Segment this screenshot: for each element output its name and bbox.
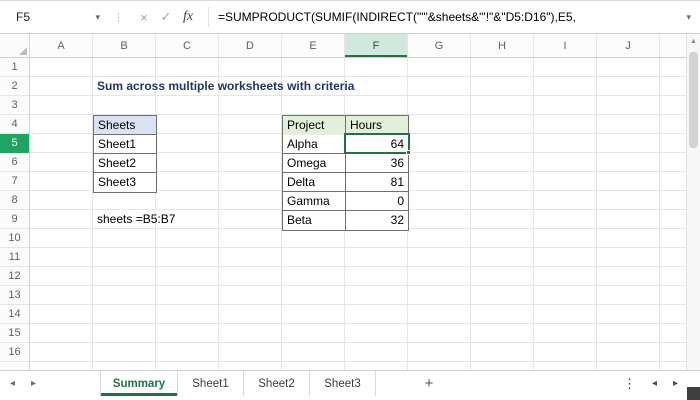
row-header-12[interactable]: 12	[0, 267, 29, 286]
name-box-value: F5	[16, 10, 31, 24]
cell-E6[interactable]: Omega	[283, 154, 346, 173]
row-header-10[interactable]: 10	[0, 229, 29, 248]
table-row: Delta 81	[283, 173, 408, 192]
sheet-tab-sheet2[interactable]: Sheet2	[244, 371, 310, 396]
name-box[interactable]: F5 ▾	[10, 6, 104, 28]
cell-F9[interactable]: 32	[346, 211, 408, 230]
excel-window: F5 ▾ ⋮ × ✓ fx =SUMPRODUCT(SUMIF(INDIRECT…	[0, 0, 700, 400]
table-row: Gamma 0	[283, 192, 408, 211]
column-header-B[interactable]: B	[93, 34, 156, 57]
cell-B5[interactable]: Sheet1	[94, 135, 156, 154]
column-header-E[interactable]: E	[282, 34, 345, 57]
cell-E4-project-header[interactable]: Project	[283, 116, 346, 135]
sheet-nav-left-icon[interactable]: ◂	[4, 371, 21, 396]
table-row: Beta 32	[283, 211, 408, 230]
insert-function-icon[interactable]: fx	[177, 9, 199, 25]
formula-input[interactable]: =SUMPRODUCT(SUMIF(INDIRECT("'"&sheets&"'…	[218, 10, 677, 24]
sheet-tab-sheet1[interactable]: Sheet1	[178, 371, 244, 396]
row-header-11[interactable]: 11	[0, 248, 29, 267]
column-header-C[interactable]: C	[156, 34, 219, 57]
enter-check-icon[interactable]: ✓	[155, 9, 177, 25]
row-header-2[interactable]: 2	[0, 77, 29, 96]
formula-bar-grip-icon: ⋮	[113, 11, 124, 24]
cell-E9[interactable]: Beta	[283, 211, 346, 230]
hscroll-left-icon[interactable]: ◂	[652, 378, 657, 389]
hscroll-right-icon[interactable]: ▸	[673, 378, 678, 389]
column-header-strip: A B C D E F G H I J	[30, 34, 686, 58]
select-all-button[interactable]	[0, 34, 30, 58]
formula-bar-expand-icon[interactable]: ▾	[686, 12, 691, 23]
fill-handle[interactable]	[406, 150, 411, 155]
sheets-range-B4-B7: Sheets Sheet1 Sheet2 Sheet3	[93, 115, 157, 193]
add-sheet-icon[interactable]: +	[418, 371, 440, 396]
row-header-1[interactable]: 1	[0, 58, 29, 77]
row-header-9[interactable]: 9	[0, 210, 29, 229]
sheet-tab-sheet3[interactable]: Sheet3	[310, 371, 376, 396]
column-header-H[interactable]: H	[471, 34, 534, 57]
cell-E5[interactable]: Alpha	[283, 135, 346, 154]
row-header-8[interactable]: 8	[0, 191, 29, 210]
column-header-J[interactable]: J	[597, 34, 660, 57]
scroll-up-icon[interactable]: ▲	[687, 34, 700, 50]
cell-E8[interactable]: Gamma	[283, 192, 346, 211]
cell-F8[interactable]: 0	[346, 192, 408, 211]
sheet-tab-bar: ◂ ▸ Summary Sheet1 Sheet2 Sheet3 + ⋮ ◂ ▸	[0, 370, 700, 396]
sheet-tab-summary-active[interactable]: Summary	[100, 371, 178, 396]
column-header-D[interactable]: D	[219, 34, 282, 57]
cell-E7[interactable]: Delta	[283, 173, 346, 192]
tab-bar-right-controls: ⋮ ◂ ▸	[607, 371, 678, 396]
cell-F6[interactable]: 36	[346, 154, 408, 173]
cell-B4-sheets-header[interactable]: Sheets	[94, 116, 156, 135]
formula-bar: F5 ▾ ⋮ × ✓ fx =SUMPRODUCT(SUMIF(INDIRECT…	[0, 0, 700, 34]
column-header-A[interactable]: A	[30, 34, 93, 57]
row-header-strip: 1 2 3 4 5 6 7 8 9 10 11 12 13 14 15 16	[0, 58, 30, 370]
cancel-icon[interactable]: ×	[133, 10, 155, 25]
worksheet-title-cell-B2[interactable]: Sum across multiple worksheets with crit…	[97, 77, 354, 96]
vertical-scrollbar-thumb[interactable]	[689, 52, 698, 148]
column-header-F-selected[interactable]: F	[345, 34, 408, 57]
tab-options-menu-icon[interactable]: ⋮	[623, 376, 636, 392]
active-cell-selection-border	[344, 133, 411, 155]
table-row: Omega 36	[283, 154, 408, 173]
row-header-13[interactable]: 13	[0, 286, 29, 305]
row-header-14[interactable]: 14	[0, 305, 29, 324]
row-header-15[interactable]: 15	[0, 324, 29, 343]
cell-B9-named-range-label[interactable]: sheets =B5:B7	[97, 210, 175, 229]
row-header-16[interactable]: 16	[0, 343, 29, 362]
row-header-7[interactable]: 7	[0, 172, 29, 191]
column-header-G[interactable]: G	[408, 34, 471, 57]
column-header-I[interactable]: I	[534, 34, 597, 57]
cell-F7[interactable]: 81	[346, 173, 408, 192]
row-header-5-selected[interactable]: 5	[0, 134, 29, 153]
row-header-3[interactable]: 3	[0, 96, 29, 115]
row-header-6[interactable]: 6	[0, 153, 29, 172]
cell-B6[interactable]: Sheet2	[94, 154, 156, 173]
cell-B7[interactable]: Sheet3	[94, 173, 156, 192]
row-header-4[interactable]: 4	[0, 115, 29, 134]
window-corner-resize	[687, 387, 700, 400]
sheet-nav-right-icon[interactable]: ▸	[25, 371, 42, 396]
vertical-scrollbar[interactable]: ▲	[686, 34, 700, 370]
formula-bar-separator	[208, 7, 209, 27]
chevron-down-icon[interactable]: ▾	[95, 12, 104, 23]
